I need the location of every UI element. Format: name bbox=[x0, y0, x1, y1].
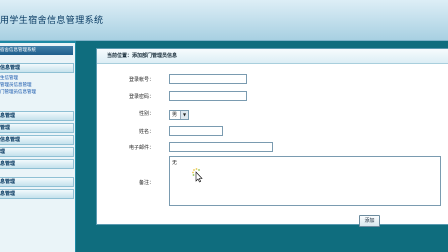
notes-textarea[interactable]: 无 bbox=[169, 156, 441, 206]
sidebar-category-7[interactable]: 息管理 bbox=[0, 177, 74, 187]
mouse-pointer-icon bbox=[191, 167, 203, 183]
chevron-down-icon[interactable]: ▼ bbox=[180, 111, 188, 119]
login-id-input[interactable] bbox=[169, 74, 247, 84]
notes-label: 备注： bbox=[138, 180, 154, 186]
sidebar-category-2[interactable]: 息管理 bbox=[0, 111, 74, 121]
sidebar-item-admin-info[interactable]: 管理员信息管理 bbox=[0, 83, 32, 89]
sidebar-category-4[interactable]: 信息管理 bbox=[0, 135, 74, 145]
sidebar-header: 宿舍信息管理系统 bbox=[0, 46, 73, 55]
app-title: 用学生宿舍信息管理系统 bbox=[0, 16, 104, 26]
add-button[interactable]: 添加 bbox=[359, 215, 380, 227]
app-header: 用学生宿舍信息管理系统 bbox=[0, 0, 448, 41]
password-label: 登录密码： bbox=[128, 94, 154, 100]
sidebar-category-3[interactable]: 管理 bbox=[0, 123, 74, 133]
breadcrumb-text: 当前位置：添加部门管理员信息 bbox=[107, 53, 178, 59]
email-input[interactable] bbox=[169, 142, 273, 152]
gender-select[interactable]: 男 ▼ bbox=[169, 110, 189, 120]
sidebar-category-info[interactable]: 信息管理 bbox=[0, 63, 74, 73]
gender-value: 男 bbox=[172, 112, 178, 118]
sidebar: 宿舍信息管理系统 信息管理 生信管理 管理员信息管理 门管理员信息管理 息管理 … bbox=[0, 41, 76, 252]
gender-label: 性别： bbox=[138, 111, 154, 117]
password-input[interactable] bbox=[169, 91, 247, 101]
sidebar-category-6[interactable]: 息管理 bbox=[0, 159, 74, 169]
name-label: 姓名： bbox=[138, 129, 154, 135]
sidebar-category-5[interactable]: 理 bbox=[0, 147, 74, 157]
login-id-label: 登录帐号： bbox=[128, 77, 154, 83]
sidebar-panel: 宿舍信息管理系统 信息管理 生信管理 管理员信息管理 门管理员信息管理 息管理 … bbox=[0, 43, 75, 252]
sidebar-category-8[interactable]: 息管理 bbox=[0, 189, 74, 199]
email-label: 电子邮件： bbox=[128, 145, 154, 151]
sidebar-item-student-info[interactable]: 生信管理 bbox=[0, 76, 18, 82]
breadcrumb: 当前位置：添加部门管理员信息 bbox=[97, 49, 448, 64]
main-area: 当前位置：添加部门管理员信息 登录帐号： 登录密码： 性别： 男 ▼ 姓名： 电… bbox=[92, 41, 448, 252]
notes-value: 无 bbox=[172, 160, 178, 166]
content-panel: 当前位置：添加部门管理员信息 登录帐号： 登录密码： 性别： 男 ▼ 姓名： 电… bbox=[96, 48, 448, 227]
sidebar-item-dept-admin-info[interactable]: 门管理员信息管理 bbox=[0, 90, 36, 96]
name-input[interactable] bbox=[169, 126, 223, 136]
